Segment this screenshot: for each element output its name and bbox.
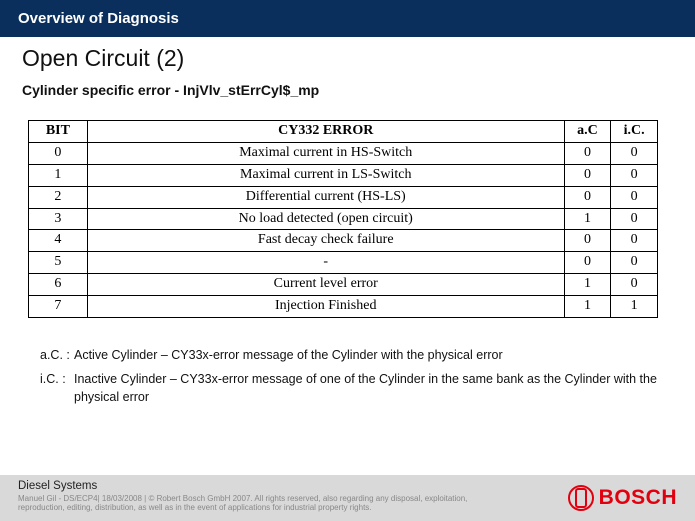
th-bit: BIT (29, 121, 88, 143)
cell-ac: 0 (564, 186, 611, 208)
cell-ic: 0 (611, 186, 658, 208)
bosch-logo: BOSCH (568, 485, 677, 511)
cell-bit: 6 (29, 274, 88, 296)
cell-err: Current level error (87, 274, 564, 296)
cell-ic: 0 (611, 230, 658, 252)
bosch-logo-text: BOSCH (599, 486, 677, 510)
cell-bit: 4 (29, 230, 88, 252)
cell-err: Fast decay check failure (87, 230, 564, 252)
legend-ic-key: i.C. : (40, 370, 74, 406)
th-ac: a.C (564, 121, 611, 143)
legend-ic: i.C. : Inactive Cylinder – CY33x-error m… (40, 370, 673, 406)
cell-err: Injection Finished (87, 296, 564, 318)
table-row: 1Maximal current in LS-Switch00 (29, 164, 658, 186)
cell-ic: 1 (611, 296, 658, 318)
cell-ac: 0 (564, 164, 611, 186)
legend-ic-text: Inactive Cylinder – CY33x-error message … (74, 370, 673, 406)
page-subtitle: Cylinder specific error - InjVlv_stErrCy… (22, 82, 673, 98)
table-row: 2Differential current (HS-LS)00 (29, 186, 658, 208)
table-row: 4Fast decay check failure00 (29, 230, 658, 252)
cell-ac: 1 (564, 296, 611, 318)
cell-err: No load detected (open circuit) (87, 208, 564, 230)
cell-err: - (87, 252, 564, 274)
cell-err: Maximal current in LS-Switch (87, 164, 564, 186)
cell-bit: 7 (29, 296, 88, 318)
cell-ic: 0 (611, 274, 658, 296)
cell-ic: 0 (611, 164, 658, 186)
legend: a.C. : Active Cylinder – CY33x-error mes… (40, 346, 673, 406)
cell-bit: 3 (29, 208, 88, 230)
legend-ac: a.C. : Active Cylinder – CY33x-error mes… (40, 346, 673, 364)
th-err: CY332 ERROR (87, 121, 564, 143)
error-table: BIT CY332 ERROR a.C i.C. 0Maximal curren… (28, 120, 658, 318)
table-row: 3No load detected (open circuit)10 (29, 208, 658, 230)
page-title: Open Circuit (2) (22, 45, 673, 72)
bosch-logo-icon (568, 485, 594, 511)
header-title: Overview of Diagnosis (18, 10, 179, 27)
cell-err: Maximal current in HS-Switch (87, 142, 564, 164)
content-area: Open Circuit (2) Cylinder specific error… (0, 37, 695, 406)
table-header-row: BIT CY332 ERROR a.C i.C. (29, 121, 658, 143)
cell-ic: 0 (611, 142, 658, 164)
cell-bit: 2 (29, 186, 88, 208)
legend-ac-text: Active Cylinder – CY33x-error message of… (74, 346, 673, 364)
th-ic: i.C. (611, 121, 658, 143)
table-row: 0Maximal current in HS-Switch00 (29, 142, 658, 164)
header-bar: Overview of Diagnosis (0, 0, 695, 37)
footer-bar: Diesel Systems Manuel Gil - DS/ECP4| 18/… (0, 475, 695, 521)
table-body: 0Maximal current in HS-Switch001Maximal … (29, 142, 658, 317)
cell-ic: 0 (611, 252, 658, 274)
cell-ac: 0 (564, 230, 611, 252)
cell-ac: 1 (564, 208, 611, 230)
cell-ac: 0 (564, 142, 611, 164)
table-row: 5-00 (29, 252, 658, 274)
cell-ic: 0 (611, 208, 658, 230)
cell-ac: 0 (564, 252, 611, 274)
cell-ac: 1 (564, 274, 611, 296)
legend-ac-key: a.C. : (40, 346, 74, 364)
table-row: 6Current level error10 (29, 274, 658, 296)
cell-bit: 5 (29, 252, 88, 274)
footer-legal: Manuel Gil - DS/ECP4| 18/03/2008 | © Rob… (18, 494, 488, 513)
cell-err: Differential current (HS-LS) (87, 186, 564, 208)
table-row: 7Injection Finished11 (29, 296, 658, 318)
cell-bit: 1 (29, 164, 88, 186)
cell-bit: 0 (29, 142, 88, 164)
